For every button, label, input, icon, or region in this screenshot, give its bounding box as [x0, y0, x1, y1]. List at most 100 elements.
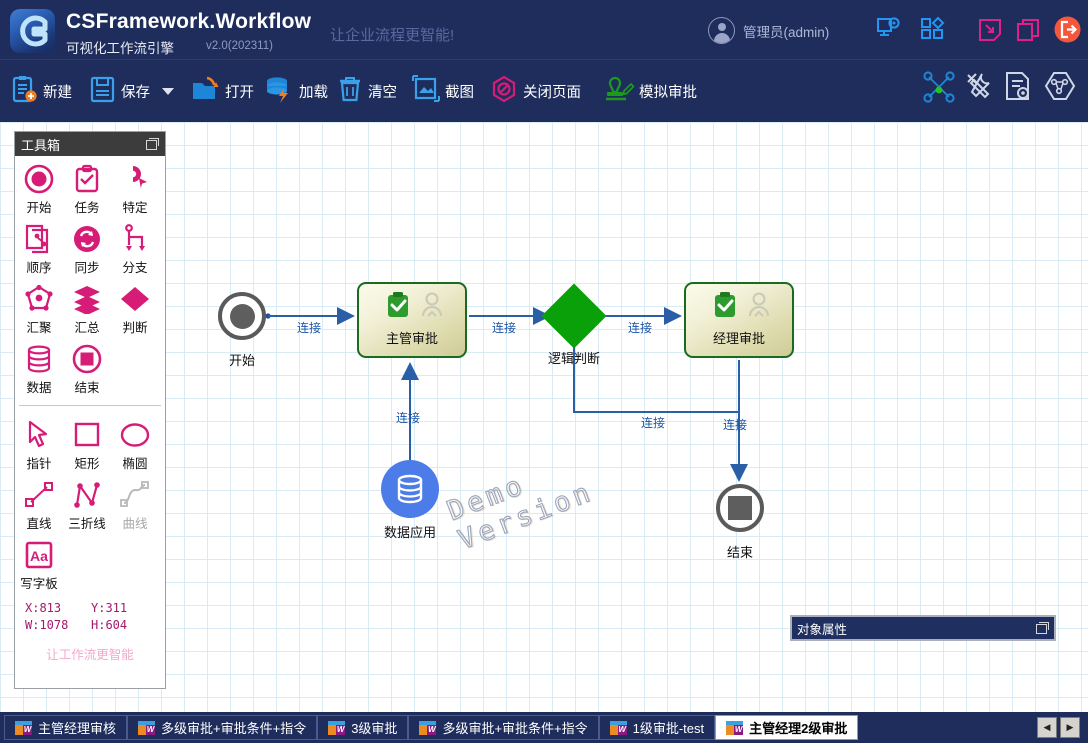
task-node-icon	[72, 162, 102, 196]
toolbox-panel: 工具箱 开始 任务 特定 顺序 同步 分支 汇聚 汇总 判断 数据 结束 指针 …	[14, 131, 166, 689]
taskbar-tab-2[interactable]: W 多级审批+审批条件+指令	[127, 715, 318, 740]
node-label-end: 结束	[726, 545, 753, 560]
coord-h: H:604	[91, 618, 128, 632]
object-properties-title-bar[interactable]: 对象属性	[792, 617, 1054, 639]
toolbox-item-textbox[interactable]: Aa 写字板	[16, 538, 62, 592]
start-node-icon	[24, 162, 54, 196]
taskbar-scroll-prev[interactable]: ◀	[1037, 717, 1057, 738]
toolbox-drawing-group: 指针 矩形 椭圆 直线 三折线 曲线 Aa 写字板	[15, 412, 165, 598]
taskbar-tab-4[interactable]: W 多级审批+审批条件+指令	[408, 715, 599, 740]
toolbox-label-specific: 特定	[122, 201, 148, 215]
taskbar-tab-6-active[interactable]: W 主管经理2级审批	[715, 715, 859, 740]
app-slogan: 让企业流程更智能!	[330, 27, 455, 44]
taskbar-tab-3[interactable]: W 3级审批	[317, 715, 409, 740]
restore-icon[interactable]	[146, 138, 159, 150]
toolbar-label-open: 打开	[225, 84, 254, 101]
decision-icon	[118, 282, 152, 316]
toolbar-button-open[interactable]: 打开	[190, 68, 254, 114]
hex-circuit-icon[interactable]	[1043, 70, 1077, 107]
taskbar-tab-5[interactable]: W 1级审批-test	[598, 715, 716, 740]
toolbar-button-new[interactable]: 新建	[10, 68, 72, 114]
toolbox-item-rectangle[interactable]: 矩形	[64, 418, 110, 472]
toolbar-button-clear[interactable]: 清空	[337, 68, 397, 114]
toolbox-footer-slogan: 让工作流更智能	[46, 648, 134, 662]
node-task-manager-approval[interactable]: 经理审批	[684, 282, 794, 358]
toolbox-item-aggregate[interactable]: 汇总	[64, 282, 110, 336]
svg-text:Aa: Aa	[30, 548, 48, 564]
assignee-person-icon	[422, 292, 442, 317]
taskbar: W 主管经理审核 W 多级审批+审批条件+指令 W 3级审批 W 多级审批+审批…	[0, 712, 1088, 743]
toolbar-button-simulate-approval[interactable]: 模拟审批	[604, 68, 697, 114]
toolbox-item-specific[interactable]: 特定	[112, 162, 158, 216]
taskbar-scroll-next[interactable]: ▶	[1060, 717, 1080, 738]
pointer-icon	[25, 418, 53, 452]
toolbar-label-clear: 清空	[368, 84, 397, 101]
toolbox-item-end[interactable]: 结束	[64, 342, 110, 396]
monitor-settings-icon[interactable]	[876, 16, 902, 45]
toolbar-button-screenshot[interactable]: 截图	[412, 68, 474, 114]
rectangle-icon	[72, 418, 102, 452]
taskbar-tab-1[interactable]: W 主管经理审核	[4, 715, 128, 740]
node-label-decision: 逻辑判断	[547, 351, 600, 366]
workflow-doc-icon: W	[609, 720, 627, 735]
toolbox-item-sync[interactable]: 同步	[64, 222, 110, 276]
chevron-down-icon[interactable]	[162, 87, 174, 95]
toolbox-title-bar[interactable]: 工具箱	[15, 132, 165, 156]
toolbar-button-close-page[interactable]: 关闭页面	[490, 68, 581, 114]
node-label-data: 数据应用	[383, 525, 436, 540]
app-title: CSFramework.Workflow	[66, 10, 312, 33]
sequence-icon	[24, 222, 54, 256]
stamp-approve-icon	[604, 74, 635, 109]
aggregate-icon	[72, 282, 102, 316]
node-end[interactable]	[716, 484, 764, 532]
polyline-icon	[72, 478, 102, 512]
toolbox-item-data[interactable]: 数据	[16, 342, 62, 396]
user-account[interactable]: 管理员(admin)	[708, 17, 829, 44]
toolbox-item-branch[interactable]: 分支	[112, 222, 158, 276]
toolbar-button-save[interactable]: 保存	[88, 68, 174, 114]
workflow-doc-icon: W	[726, 720, 744, 735]
user-name: 管理员(admin)	[743, 24, 830, 40]
grid-apps-icon[interactable]	[920, 16, 946, 45]
taskbar-tab-label: 3级审批	[351, 721, 398, 736]
toolbox-item-start[interactable]: 开始	[16, 162, 62, 216]
task-node-icon	[388, 292, 408, 317]
open-folder-icon	[190, 74, 220, 109]
node-start[interactable]	[218, 292, 266, 340]
toolbox-item-task[interactable]: 任务	[64, 162, 110, 216]
trash-icon	[337, 74, 363, 109]
toolbox-item-converge[interactable]: 汇聚	[16, 282, 62, 336]
tools-icon[interactable]	[962, 70, 994, 107]
logout-icon[interactable]	[1054, 16, 1081, 48]
toolbox-label-rectangle: 矩形	[74, 457, 100, 471]
doc-settings-icon[interactable]	[1003, 70, 1033, 107]
toolbox-item-sequence[interactable]: 顺序	[16, 222, 62, 276]
toolbox-item-pointer[interactable]: 指针	[16, 418, 62, 472]
toolbox-label-ellipse: 椭圆	[122, 457, 148, 471]
restore-window-icon[interactable]	[1016, 18, 1040, 47]
coord-w: W:1078	[25, 618, 69, 632]
toolbar-button-load[interactable]: 加载	[264, 68, 328, 114]
sync-icon	[72, 222, 102, 256]
node-data-application[interactable]	[381, 460, 439, 518]
save-icon	[88, 74, 116, 109]
object-properties-panel[interactable]: 对象属性	[790, 615, 1056, 641]
toolbox-item-ellipse[interactable]: 椭圆	[112, 418, 158, 472]
node-task-supervisor-approval[interactable]: 主管审批	[357, 282, 467, 358]
toolbox-item-curve: 曲线	[112, 478, 158, 532]
taskbar-tab-label: 多级审批+审批条件+指令	[442, 721, 588, 736]
edge-label-decision-end: 连接	[641, 416, 666, 430]
toolbox-spacer	[112, 342, 158, 396]
minimize-window-icon[interactable]	[978, 18, 1002, 47]
edge-label-decision-task2: 连接	[628, 321, 653, 335]
line-icon	[24, 478, 54, 512]
coords-row-position: X:813 Y:311	[15, 601, 165, 615]
toolbox-item-line[interactable]: 直线	[16, 478, 62, 532]
toolbox-item-decision[interactable]: 判断	[112, 282, 158, 336]
toolbox-label-task: 任务	[74, 201, 100, 215]
toolbox-item-polyline[interactable]: 三折线	[64, 478, 110, 532]
node-graph-icon[interactable]	[922, 70, 956, 109]
restore-icon[interactable]	[1036, 622, 1049, 634]
close-page-icon	[490, 74, 518, 109]
toolbox-label-line: 直线	[26, 517, 52, 531]
